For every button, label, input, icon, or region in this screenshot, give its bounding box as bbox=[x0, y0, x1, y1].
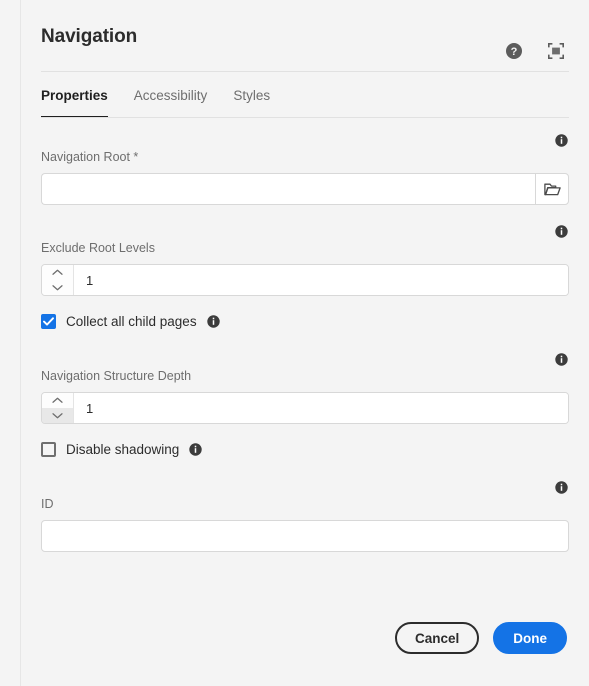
navigation-structure-depth-label: Navigation Structure Depth bbox=[41, 369, 192, 383]
id-info-row bbox=[41, 479, 569, 497]
info-icon[interactable] bbox=[189, 443, 203, 456]
info-icon[interactable] bbox=[555, 134, 568, 147]
chevron-up-icon[interactable] bbox=[42, 393, 73, 408]
field-navigation-root: Navigation Root * bbox=[41, 132, 569, 205]
id-input[interactable] bbox=[41, 520, 569, 552]
info-icon[interactable] bbox=[206, 315, 220, 328]
navigation-dialog: Navigation ? Properties Accessibility St… bbox=[20, 0, 589, 686]
exclude-root-levels-info-row bbox=[41, 223, 569, 241]
exclude-root-levels-input[interactable] bbox=[74, 265, 568, 295]
info-icon[interactable] bbox=[555, 481, 568, 494]
navigation-root-label: Navigation Root * bbox=[41, 150, 139, 164]
tab-accessibility-label: Accessibility bbox=[133, 87, 208, 103]
cancel-button[interactable]: Cancel bbox=[394, 622, 480, 654]
dialog-header: Navigation ? bbox=[21, 0, 589, 72]
field-exclude-root-levels: Exclude Root Levels bbox=[41, 223, 569, 296]
navigation-structure-depth-stepper bbox=[41, 392, 569, 424]
id-label: ID bbox=[41, 497, 54, 511]
done-button[interactable]: Done bbox=[493, 622, 567, 654]
help-icon[interactable]: ? bbox=[503, 40, 525, 62]
properties-form: Navigation Root * Exclude Root Levels 1 … bbox=[21, 132, 589, 552]
folder-icon[interactable] bbox=[535, 173, 569, 205]
chevron-down-icon[interactable] bbox=[42, 408, 73, 423]
tab-properties-label: Properties bbox=[41, 87, 108, 103]
field-collect-all-child-pages: Collect all child pages bbox=[41, 314, 569, 329]
collect-all-child-pages-checkbox[interactable] bbox=[41, 314, 56, 329]
navigation-structure-depth-info-row bbox=[41, 351, 569, 369]
navigation-structure-depth-stepper-buttons bbox=[42, 393, 74, 423]
info-icon[interactable] bbox=[555, 353, 568, 366]
tab-styles[interactable]: Styles bbox=[220, 72, 283, 118]
navigation-root-info-row bbox=[41, 132, 569, 150]
info-icon[interactable] bbox=[555, 225, 568, 238]
tab-styles-label: Styles bbox=[233, 87, 271, 103]
svg-text:?: ? bbox=[511, 46, 518, 58]
navigation-root-input-group bbox=[41, 173, 569, 205]
header-actions: ? bbox=[503, 40, 567, 62]
fullscreen-icon[interactable] bbox=[545, 40, 567, 62]
field-disable-shadowing: Disable shadowing bbox=[41, 442, 569, 457]
field-navigation-structure-depth: Navigation Structure Depth bbox=[41, 351, 569, 424]
chevron-up-icon[interactable] bbox=[42, 265, 73, 280]
disable-shadowing-label: Disable shadowing bbox=[66, 442, 180, 457]
chevron-down-icon[interactable] bbox=[42, 280, 73, 295]
navigation-structure-depth-input[interactable] bbox=[74, 393, 568, 423]
exclude-root-levels-stepper-buttons bbox=[42, 265, 74, 295]
dialog-footer: Cancel Done bbox=[394, 622, 567, 654]
exclude-root-levels-stepper bbox=[41, 264, 569, 296]
cancel-button-label: Cancel bbox=[414, 630, 460, 646]
collect-all-child-pages-label: Collect all child pages bbox=[66, 314, 197, 329]
tab-accessibility[interactable]: Accessibility bbox=[121, 72, 221, 118]
disable-shadowing-checkbox[interactable] bbox=[41, 442, 56, 457]
navigation-root-input[interactable] bbox=[41, 173, 536, 205]
tab-bar: Properties Accessibility Styles bbox=[41, 72, 569, 118]
tab-properties[interactable]: Properties bbox=[41, 72, 121, 118]
tab-bar-divider bbox=[41, 117, 569, 118]
page-title: Navigation bbox=[41, 25, 138, 47]
done-button-label: Done bbox=[513, 630, 547, 646]
field-id: ID bbox=[41, 479, 569, 552]
exclude-root-levels-label: Exclude Root Levels bbox=[41, 241, 155, 255]
